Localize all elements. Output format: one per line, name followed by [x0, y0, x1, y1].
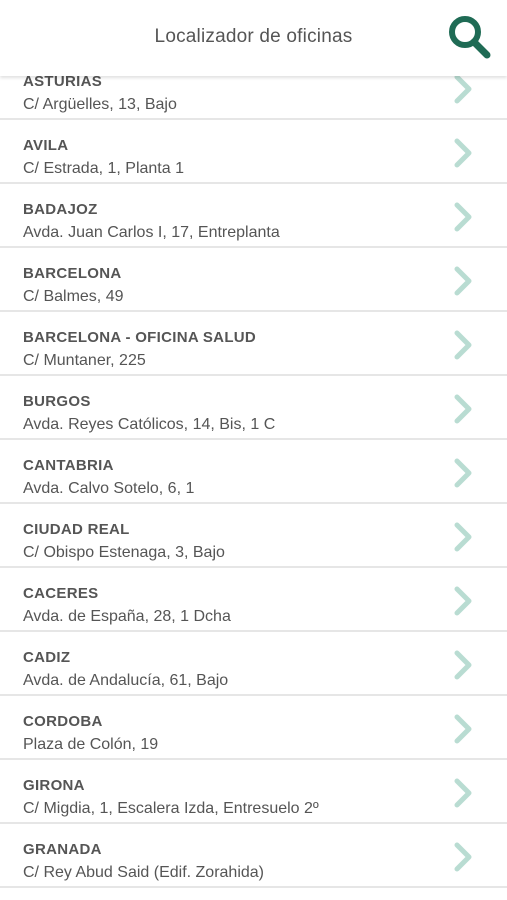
chevron-right-icon: [454, 266, 472, 296]
chevron-right-icon: [454, 714, 472, 744]
office-row[interactable]: AVILA C/ Estrada, 1, Planta 1: [0, 120, 507, 184]
chevron-right-icon: [454, 394, 472, 424]
office-name: CIUDAD REAL: [23, 521, 130, 538]
office-name: BARCELONA - OFICINA SALUD: [23, 329, 257, 346]
office-address: C/ Estrada, 1, Planta 1: [23, 160, 184, 177]
office-address: Avda. de España, 28, 1 Dcha: [23, 608, 231, 625]
office-row[interactable]: BARCELONA - OFICINA SALUD C/ Muntaner, 2…: [0, 312, 507, 376]
office-row[interactable]: CADIZ Avda. de Andalucía, 61, Bajo: [0, 632, 507, 696]
office-row[interactable]: GIRONA C/ Migdia, 1, Escalera Izda, Entr…: [0, 760, 507, 824]
chevron-right-icon: [454, 202, 472, 232]
chevron-right-icon: [454, 74, 472, 104]
office-name: GRANADA: [23, 841, 102, 858]
office-row[interactable]: BADAJOZ Avda. Juan Carlos I, 17, Entrepl…: [0, 184, 507, 248]
office-row[interactable]: CANTABRIA Avda. Calvo Sotelo, 6, 1: [0, 440, 507, 504]
office-address: C/ Migdia, 1, Escalera Izda, Entresuelo …: [23, 800, 319, 817]
chevron-right-icon: [454, 778, 472, 808]
chevron-right-icon: [454, 586, 472, 616]
office-address: C/ Obispo Estenaga, 3, Bajo: [23, 544, 225, 561]
office-row[interactable]: BURGOS Avda. Reyes Católicos, 14, Bis, 1…: [0, 376, 507, 440]
office-address: C/ Balmes, 49: [23, 288, 124, 305]
office-name: BADAJOZ: [23, 201, 98, 218]
chevron-right-icon: [454, 650, 472, 680]
office-name: BARCELONA: [23, 265, 122, 282]
office-list[interactable]: ASTURIAS C/ Argüelles, 13, Bajo AVILA C/…: [0, 56, 507, 900]
search-icon: [449, 16, 491, 59]
office-address: C/ Rey Abud Said (Edif. Zorahida): [23, 864, 265, 881]
office-address: Avda. de Andalucía, 61, Bajo: [23, 672, 229, 689]
office-address: Avda. Reyes Católicos, 14, Bis, 1 C: [23, 416, 276, 433]
office-name: AVILA: [23, 137, 69, 154]
office-address: C/ Argüelles, 13, Bajo: [23, 96, 177, 113]
chevron-right-icon: [454, 522, 472, 552]
office-address: Avda. Calvo Sotelo, 6, 1: [23, 480, 195, 497]
office-name: CANTABRIA: [23, 457, 114, 474]
chevron-right-icon: [454, 138, 472, 168]
office-row[interactable]: GRANADA C/ Rey Abud Said (Edif. Zorahida…: [0, 824, 507, 888]
office-row[interactable]: CACERES Avda. de España, 28, 1 Dcha: [0, 568, 507, 632]
office-name: CADIZ: [23, 649, 71, 666]
office-address: Avda. Juan Carlos I, 17, Entreplanta: [23, 224, 280, 241]
office-row[interactable]: CORDOBA Plaza de Colón, 19: [0, 696, 507, 760]
office-name: BURGOS: [23, 393, 91, 410]
chevron-right-icon: [454, 458, 472, 488]
office-address: C/ Muntaner, 225: [23, 352, 146, 369]
chevron-right-icon: [454, 842, 472, 872]
search-button[interactable]: [446, 12, 492, 60]
office-name: CORDOBA: [23, 713, 103, 730]
office-name: GIRONA: [23, 777, 85, 794]
office-name: CACERES: [23, 585, 99, 602]
chevron-right-icon: [454, 330, 472, 360]
app-header: Localizador de oficinas: [0, 0, 507, 76]
office-row[interactable]: CIUDAD REAL C/ Obispo Estenaga, 3, Bajo: [0, 504, 507, 568]
office-address: Plaza de Colón, 19: [23, 736, 159, 753]
office-row[interactable]: BARCELONA C/ Balmes, 49: [0, 248, 507, 312]
page-title: Localizador de oficinas: [154, 26, 353, 47]
